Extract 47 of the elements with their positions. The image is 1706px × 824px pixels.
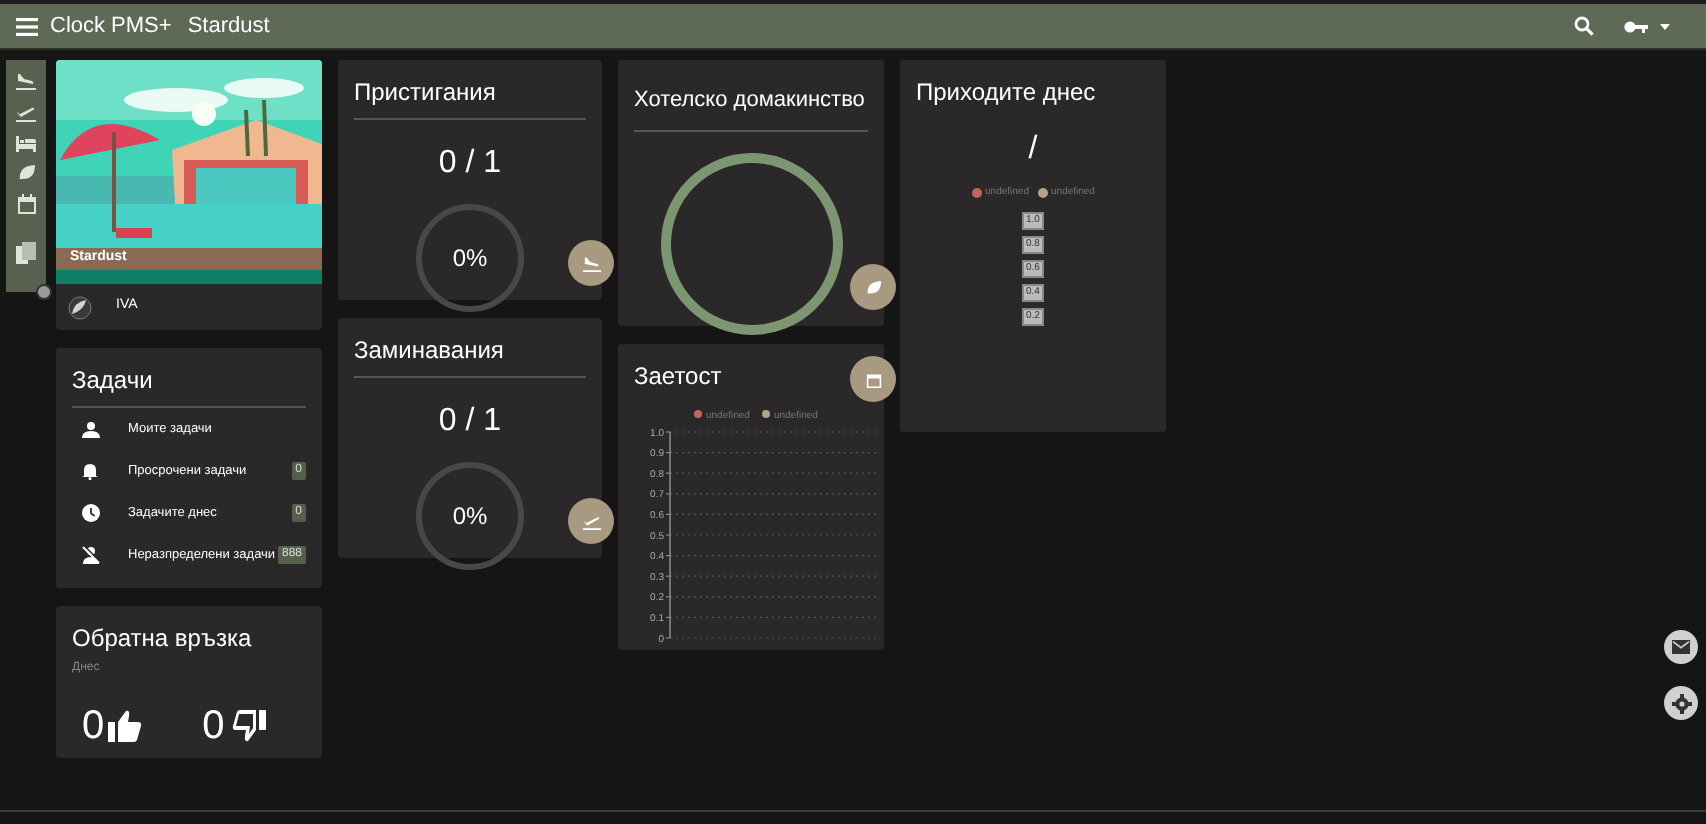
arrivals-count: / — [1028, 130, 1038, 170]
card-title: Приходите днес — [916, 76, 1096, 110]
percent-label: 0% — [452, 500, 488, 534]
plane-landing-button[interactable] — [568, 240, 614, 286]
leaf-icon[interactable] — [17, 164, 35, 182]
percent-label: 0% — [452, 242, 488, 276]
card-title: Хотелско домакинство — [634, 88, 865, 112]
thumbs-down-icon[interactable] — [232, 710, 267, 742]
plane-takeoff-icon — [581, 512, 601, 530]
documents-icon[interactable] — [16, 242, 36, 264]
clock-icon — [81, 504, 99, 522]
likes-count: 0 — [82, 702, 105, 752]
plane-landing-icon — [581, 254, 601, 272]
leaf-button[interactable] — [850, 264, 896, 310]
bell-icon — [82, 462, 98, 480]
calendar-button[interactable] — [850, 356, 896, 402]
calendar-icon — [865, 371, 881, 387]
mail-icon — [1672, 640, 1690, 654]
plane-takeoff-button[interactable] — [568, 498, 614, 544]
progress-count: 0 / 1 — [438, 144, 502, 184]
avatar-icon — [68, 295, 92, 319]
mail-button[interactable] — [1664, 630, 1698, 664]
settings-icon — [1671, 693, 1691, 713]
search-icon[interactable] — [1574, 16, 1594, 36]
card-title: Задачи — [72, 362, 306, 408]
card-title: Пристигания — [354, 74, 586, 120]
plane-landing-icon[interactable] — [16, 70, 36, 90]
progress-ring — [414, 202, 526, 314]
bed-icon[interactable] — [16, 134, 36, 152]
menu-icon[interactable] — [16, 17, 38, 35]
plane-takeoff-icon[interactable] — [16, 102, 36, 122]
progress-ring — [414, 460, 526, 572]
card-title: Заетост — [634, 360, 724, 394]
card-title: Заминавания — [354, 332, 586, 378]
app-title: Clock PMS+ — [50, 11, 172, 42]
person-icon — [81, 421, 99, 437]
thumbs-up-icon[interactable] — [108, 710, 143, 742]
dislikes-count: 0 — [202, 702, 225, 752]
settings-button[interactable] — [1664, 686, 1698, 720]
calendar-icon[interactable] — [17, 194, 35, 214]
card-title: Обратна връзка — [72, 622, 254, 656]
person-off-icon — [81, 546, 99, 564]
leaf-icon — [865, 279, 881, 295]
caret-icon[interactable] — [1660, 23, 1670, 29]
key-icon[interactable] — [1624, 19, 1648, 33]
property-name[interactable]: Stardust — [187, 9, 270, 43]
progress-count: 0 / 1 — [438, 402, 502, 442]
